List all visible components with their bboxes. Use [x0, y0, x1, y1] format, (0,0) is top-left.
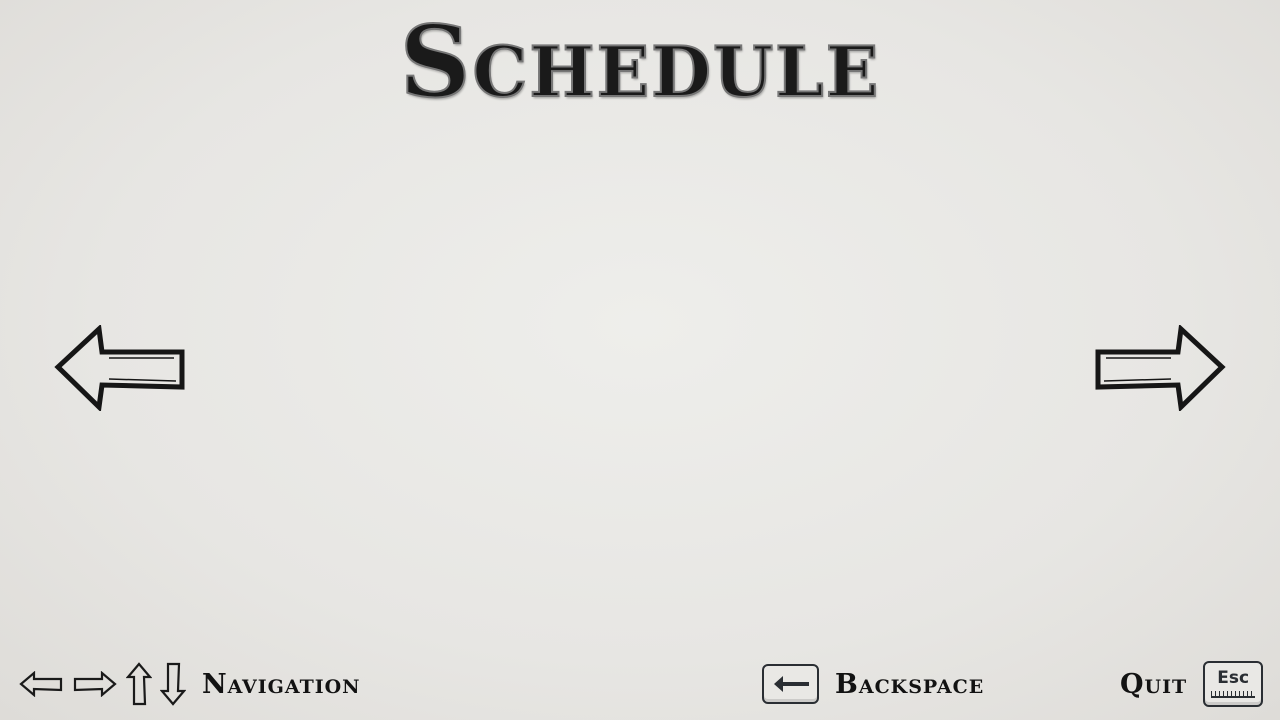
right-arrow-icon — [1095, 325, 1226, 411]
navigation-hint: Navigation — [18, 659, 361, 709]
down-arrow-icon — [160, 661, 186, 707]
navigation-keys — [18, 661, 186, 707]
page-title: Schedule — [399, 5, 881, 120]
backspace-hint[interactable]: Backspace — [762, 659, 984, 709]
esc-key-icon: Esc — [1203, 661, 1264, 707]
quit-label: Quit — [1120, 668, 1188, 700]
next-page-button[interactable] — [1094, 325, 1226, 411]
up-arrow-icon — [126, 661, 152, 707]
quit-hint[interactable]: Quit Esc — [1120, 659, 1264, 709]
navigation-label: Navigation — [202, 668, 361, 700]
backspace-key-icon — [762, 664, 819, 704]
esc-key-label: Esc — [1217, 668, 1250, 688]
left-arrow-icon — [54, 325, 185, 411]
esc-key-ticks — [1211, 691, 1256, 698]
left-arrow-icon — [18, 671, 64, 697]
backspace-label: Backspace — [835, 668, 985, 700]
previous-page-button[interactable] — [54, 325, 186, 411]
right-arrow-icon — [72, 671, 118, 697]
